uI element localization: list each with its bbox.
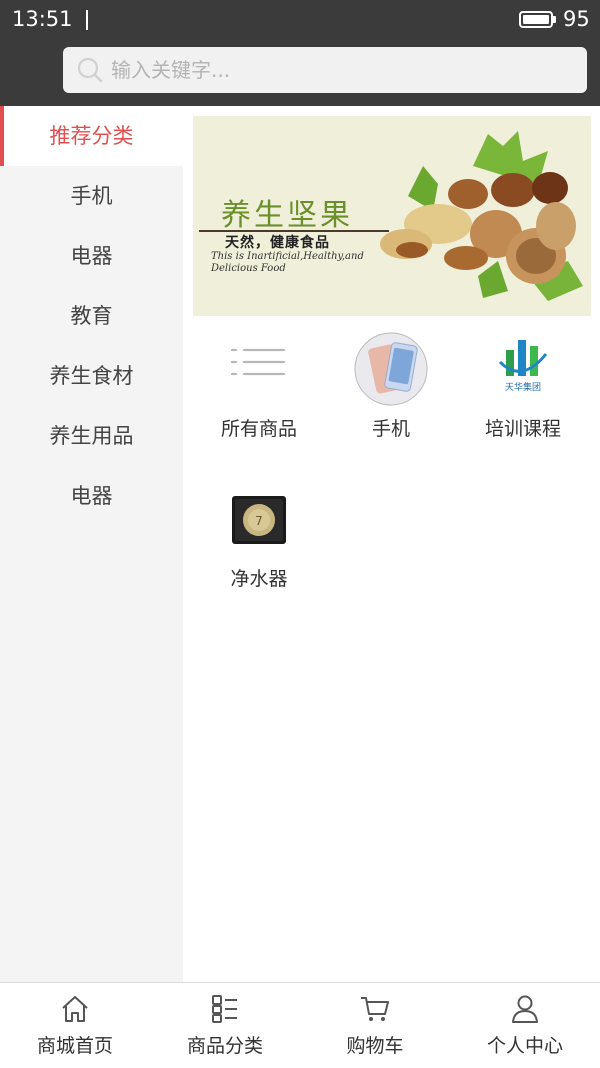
search-input[interactable] (111, 47, 571, 93)
category-phones[interactable]: 手机 (325, 328, 457, 458)
sidebar-item-appliances-2[interactable]: 电器 (0, 466, 183, 526)
category-label: 手机 (371, 418, 410, 440)
home-icon (62, 996, 88, 1022)
search-box[interactable] (63, 47, 587, 93)
sidebar-item-label: 电器 (70, 244, 113, 268)
list-lines-icon (230, 348, 286, 376)
status-bar: 13:51 95 (0, 0, 600, 40)
category-training[interactable]: 天华集团 培训课程 (457, 328, 589, 458)
water-purifier-icon: 7 (232, 496, 286, 544)
sidebar-item-health-food[interactable]: 养生食材 (0, 346, 183, 406)
category-sidebar: 推荐分类 手机 电器 教育 养生食材 养生用品 电器 (0, 106, 183, 982)
category-icon (212, 995, 237, 1023)
category-label: 培训课程 (484, 418, 561, 440)
status-time: 13:51 (12, 7, 73, 31)
search-icon (77, 57, 103, 83)
sidebar-item-label: 教育 (70, 304, 113, 328)
sidebar-item-label: 养生用品 (49, 424, 134, 448)
tab-label: 商品分类 (186, 1035, 263, 1057)
header (0, 40, 600, 106)
battery-nub (553, 16, 556, 23)
battery-icon (519, 11, 553, 28)
tab-label: 个人中心 (486, 1035, 563, 1057)
sidebar-item-health-products[interactable]: 养生用品 (0, 406, 183, 466)
tab-categories[interactable]: 商品分类 (150, 983, 300, 1068)
user-icon (512, 995, 538, 1023)
category-all-products[interactable]: 所有商品 (193, 328, 325, 458)
svg-text:7: 7 (255, 514, 263, 528)
category-content: 养生坚果 天然，健康食品 This is Inartificial,Health… (183, 106, 600, 982)
promo-banner[interactable]: 养生坚果 天然，健康食品 This is Inartificial,Health… (193, 116, 591, 316)
nuts-illustration-icon (380, 131, 583, 301)
tab-label: 购物车 (346, 1035, 404, 1057)
category-label: 所有商品 (220, 418, 297, 440)
sidebar-item-phones[interactable]: 手机 (0, 166, 183, 226)
tianhua-logo-text: 天华集团 (505, 381, 541, 393)
tab-cart[interactable]: 购物车 (300, 983, 450, 1068)
tab-profile[interactable]: 个人中心 (450, 983, 600, 1068)
cart-icon (361, 997, 389, 1021)
battery-level: 95 (563, 7, 590, 31)
bottom-tab-bar: 商城首页 商品分类 购物车 个人中心 (0, 982, 600, 1067)
sidebar-item-appliances[interactable]: 电器 (0, 226, 183, 286)
tab-label: 商城首页 (36, 1035, 113, 1057)
tab-home[interactable]: 商城首页 (0, 983, 150, 1068)
category-label: 净水器 (230, 568, 288, 590)
sidebar-item-label: 电器 (70, 484, 113, 508)
sidebar-item-education[interactable]: 教育 (0, 286, 183, 346)
sidebar-item-label: 推荐分类 (49, 124, 134, 148)
status-separator (86, 10, 88, 30)
tianhua-logo-icon: 天华集团 (498, 340, 548, 393)
sidebar-item-recommended[interactable]: 推荐分类 (0, 106, 183, 166)
phone-product-icon (354, 332, 428, 406)
category-water-purifier[interactable]: 7 净水器 (193, 478, 325, 608)
banner-english-text: This is Inartificial,Healthy,and Delicio… (211, 251, 364, 274)
banner-subtitle: 天然，健康食品 (225, 235, 330, 251)
sidebar-item-label: 手机 (70, 184, 113, 208)
sidebar-item-label: 养生食材 (49, 364, 134, 388)
banner-title: 养生坚果 (221, 198, 353, 233)
